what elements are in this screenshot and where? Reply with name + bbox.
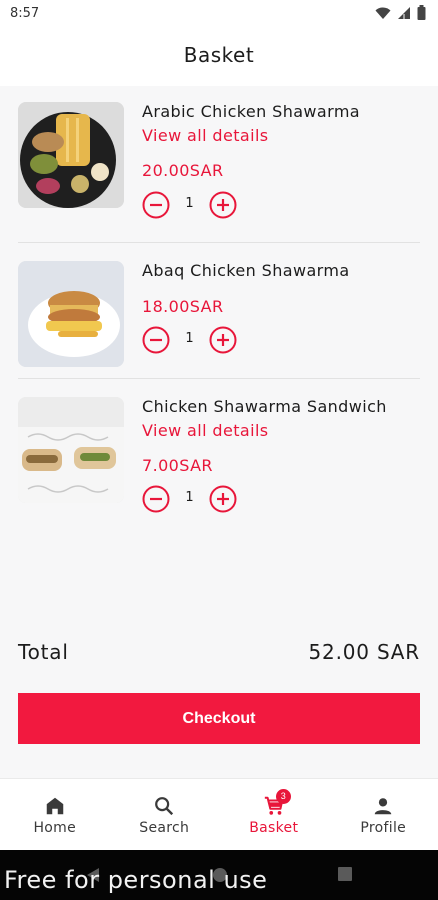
quantity-stepper: 1 bbox=[142, 191, 272, 219]
bottom-nav: Home Search 3 Basket Profile bbox=[0, 778, 438, 851]
total-value: 52.00 SAR bbox=[308, 640, 420, 664]
quantity-stepper: 1 bbox=[142, 326, 272, 354]
quantity-stepper: 1 bbox=[142, 485, 272, 513]
wifi-icon bbox=[375, 7, 391, 19]
page-title: Basket bbox=[183, 43, 255, 67]
basket-item: Abaq Chicken Shawarma 18.00SAR 1 bbox=[18, 261, 420, 371]
quantity-value: 1 bbox=[185, 490, 194, 505]
item-name: Chicken Shawarma Sandwich bbox=[142, 397, 387, 416]
item-name: Arabic Chicken Shawarma bbox=[142, 102, 361, 121]
cell-signal-icon bbox=[398, 6, 410, 19]
quantity-value: 1 bbox=[185, 331, 194, 346]
decrease-quantity-button[interactable] bbox=[142, 191, 170, 219]
status-bar: 8:57 bbox=[0, 0, 438, 28]
home-icon bbox=[46, 797, 63, 815]
item-image bbox=[18, 261, 124, 367]
item-price: 20.00SAR bbox=[142, 161, 224, 180]
profile-icon bbox=[375, 798, 392, 815]
divider bbox=[18, 378, 420, 379]
nav-label: Search bbox=[139, 820, 190, 836]
increase-quantity-button[interactable] bbox=[209, 326, 237, 354]
quantity-value: 1 bbox=[185, 196, 194, 211]
item-name: Abaq Chicken Shawarma bbox=[142, 261, 350, 280]
decrease-quantity-button[interactable] bbox=[142, 326, 170, 354]
basket-item: Chicken Shawarma Sandwich View all detai… bbox=[18, 397, 420, 513]
nav-label: Home bbox=[33, 820, 77, 836]
item-price: 18.00SAR bbox=[142, 297, 224, 316]
search-icon bbox=[155, 797, 174, 816]
checkout-button[interactable]: Checkout bbox=[18, 693, 420, 744]
basket-item: Arabic Chicken Shawarma View all details… bbox=[18, 102, 420, 219]
item-price: 7.00SAR bbox=[142, 456, 213, 475]
view-details-link[interactable]: View all details bbox=[142, 421, 269, 440]
nav-item-basket[interactable]: 3 Basket bbox=[219, 779, 329, 851]
view-details-link[interactable]: View all details bbox=[142, 126, 269, 145]
increase-quantity-button[interactable] bbox=[209, 191, 237, 219]
cart-icon-wrap: 3 bbox=[263, 789, 291, 817]
header: Basket bbox=[0, 28, 438, 86]
recents-icon[interactable] bbox=[338, 867, 352, 881]
status-icons bbox=[375, 5, 426, 20]
nav-item-home[interactable]: Home bbox=[0, 779, 110, 851]
nav-label: Profile bbox=[360, 820, 407, 836]
nav-item-profile[interactable]: Profile bbox=[329, 779, 438, 851]
item-image bbox=[18, 102, 124, 208]
watermark-text: Free for personal use bbox=[4, 866, 268, 894]
battery-icon bbox=[417, 5, 426, 20]
cart-badge: 3 bbox=[275, 789, 291, 804]
status-time: 8:57 bbox=[10, 6, 40, 21]
nav-item-search[interactable]: Search bbox=[110, 779, 220, 851]
total-label: Total bbox=[18, 640, 69, 664]
item-image bbox=[18, 397, 124, 503]
decrease-quantity-button[interactable] bbox=[142, 485, 170, 513]
divider bbox=[18, 242, 420, 243]
increase-quantity-button[interactable] bbox=[209, 485, 237, 513]
nav-label: Basket bbox=[249, 820, 299, 836]
